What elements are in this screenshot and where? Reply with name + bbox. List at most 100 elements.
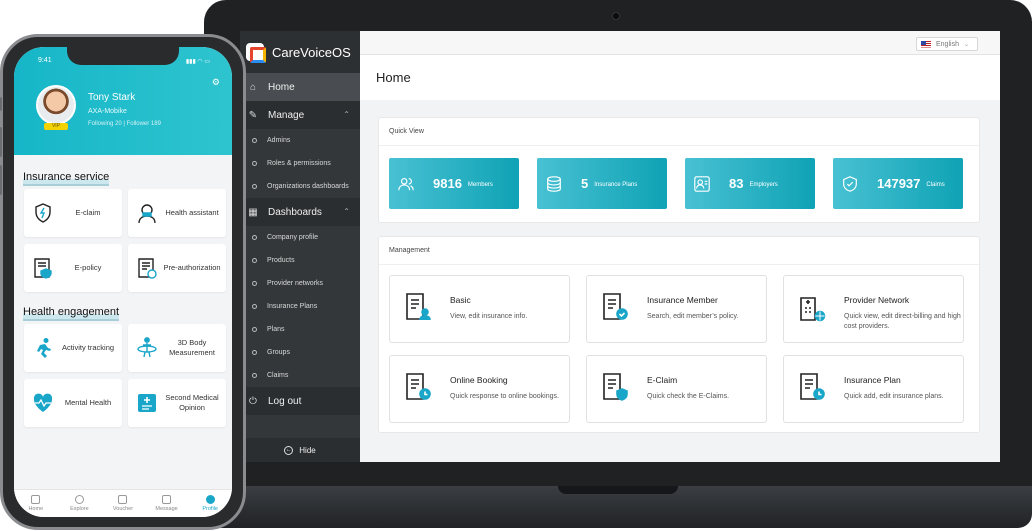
power-icon: ⏻ bbox=[249, 395, 257, 407]
document-clock-icon bbox=[800, 373, 825, 400]
stat-claims[interactable]: 147937 Claims bbox=[833, 158, 963, 209]
sidebar-item-groups[interactable]: Groups bbox=[240, 341, 360, 364]
tile-pre-authorization[interactable]: Pre-authorization bbox=[128, 244, 226, 292]
carevoice-logo-icon bbox=[246, 43, 266, 63]
policy-icon bbox=[34, 258, 52, 279]
phone-frame: 9:41 ▮▮▮ ◠ ▭ ⚙ VIP Tony Stark AXA-Mobike… bbox=[0, 34, 246, 530]
laptop-camera bbox=[612, 12, 620, 20]
chevron-down-icon: ⌄ bbox=[963, 41, 969, 48]
message-icon bbox=[162, 495, 172, 504]
preauth-icon bbox=[138, 258, 157, 279]
bottom-tab-bar: Home Explore Voucher Message Profile bbox=[14, 489, 232, 517]
status-time: 9:41 bbox=[38, 57, 52, 64]
management-title: Management bbox=[379, 237, 979, 265]
stat-insurance-plans[interactable]: 5 Insurance Plans bbox=[537, 158, 667, 209]
phone-notch bbox=[67, 47, 179, 65]
sidebar: CareVoiceOS ⌂ Home ✎ Manage ⌃ Admins Rol… bbox=[240, 31, 360, 462]
employer-icon bbox=[694, 175, 710, 192]
tile-health-assistant[interactable]: Health assistant bbox=[128, 189, 226, 237]
tile-e-claim[interactable]: E-Claim Quick check the E-Claims. bbox=[586, 355, 767, 423]
sidebar-item-plans[interactable]: Plans bbox=[240, 318, 360, 341]
compass-icon bbox=[74, 495, 84, 504]
tab-home[interactable]: Home bbox=[14, 490, 58, 517]
document-shield-icon bbox=[603, 373, 628, 401]
tab-message[interactable]: Message bbox=[145, 490, 189, 517]
hide-sidebar-button[interactable]: ← Hide bbox=[240, 438, 360, 462]
heart-pulse-icon bbox=[33, 393, 53, 412]
sidebar-item-claims[interactable]: Claims bbox=[240, 364, 360, 387]
sidebar-item-products[interactable]: Products bbox=[240, 249, 360, 272]
user-name: Tony Stark bbox=[88, 92, 136, 103]
sidebar-item-insurance-plans[interactable]: Insurance Plans bbox=[240, 295, 360, 318]
tile-second-opinion[interactable]: Second Medical Opinion bbox=[128, 379, 226, 427]
stat-members[interactable]: 9816 Members bbox=[389, 158, 519, 209]
hospital-network-icon bbox=[800, 297, 826, 322]
sidebar-item-dashboards[interactable]: ▦ Dashboards ⌃ bbox=[240, 198, 360, 226]
laptop-base bbox=[204, 486, 1032, 528]
medical-opinion-icon bbox=[138, 394, 156, 412]
tile-provider-network[interactable]: Provider Network Quick view, edit direct-… bbox=[783, 275, 964, 343]
phone-screen: 9:41 ▮▮▮ ◠ ▭ ⚙ VIP Tony Stark AXA-Mobike… bbox=[14, 47, 232, 517]
brand[interactable]: CareVoiceOS bbox=[240, 31, 360, 73]
shield-check-icon bbox=[843, 175, 857, 192]
tab-explore[interactable]: Explore bbox=[58, 490, 102, 517]
vip-badge: VIP bbox=[44, 123, 68, 130]
quick-view-card: Quick View 9816 Members 5 Insurance Plan… bbox=[378, 117, 980, 223]
gear-icon[interactable]: ⚙ bbox=[212, 77, 220, 88]
user-company: AXA-Mobike bbox=[88, 108, 127, 115]
document-check-icon bbox=[603, 293, 628, 320]
sidebar-item-manage[interactable]: ✎ Manage ⌃ bbox=[240, 101, 360, 129]
us-flag-icon bbox=[921, 40, 931, 48]
tab-profile[interactable]: Profile bbox=[188, 490, 232, 517]
sidebar-item-provider-networks[interactable]: Provider networks bbox=[240, 272, 360, 295]
tile-activity-tracking[interactable]: Activity tracking bbox=[24, 324, 122, 372]
home-icon bbox=[31, 495, 41, 504]
top-bar: English ⌄ bbox=[360, 31, 1000, 55]
members-icon bbox=[398, 177, 414, 190]
gift-icon bbox=[118, 495, 128, 504]
database-icon bbox=[547, 175, 561, 192]
sidebar-item-logout[interactable]: ⏻ Log out bbox=[240, 387, 360, 415]
tile-3d-body[interactable]: 3D Body Measurement bbox=[128, 324, 226, 372]
user-follow-stats: Following 20 | Follower 189 bbox=[88, 121, 161, 127]
tile-insurance-plan[interactable]: Insurance Plan Quick add, edit insurance … bbox=[783, 355, 964, 423]
tile-e-policy[interactable]: E-policy bbox=[24, 244, 122, 292]
tile-mental-health[interactable]: Mental Health bbox=[24, 379, 122, 427]
sidebar-item-admins[interactable]: Admins bbox=[240, 129, 360, 152]
avatar[interactable] bbox=[36, 85, 76, 125]
health-engagement-title: Health engagement bbox=[23, 306, 120, 321]
tab-voucher[interactable]: Voucher bbox=[101, 490, 145, 517]
sidebar-item-company-profile[interactable]: Company profile bbox=[240, 226, 360, 249]
main-content: English ⌄ Home Quick View 9816 Members 5… bbox=[360, 31, 1000, 462]
insurance-service-title: Insurance service bbox=[23, 171, 110, 186]
document-user-icon bbox=[406, 293, 431, 321]
sidebar-item-home[interactable]: ⌂ Home bbox=[240, 73, 360, 101]
language-select[interactable]: English ⌄ bbox=[916, 37, 978, 51]
chevron-up-icon: ⌃ bbox=[343, 110, 350, 119]
quick-view-title: Quick View bbox=[379, 118, 979, 146]
document-clock-icon bbox=[406, 373, 431, 400]
shield-bolt-icon bbox=[35, 203, 51, 223]
running-icon bbox=[37, 338, 51, 358]
chevron-up-icon: ⌃ bbox=[343, 207, 350, 216]
tile-e-claim-mobile[interactable]: E-claim bbox=[24, 189, 122, 237]
page-title: Home bbox=[360, 55, 1000, 100]
sidebar-item-roles[interactable]: Roles & permissions bbox=[240, 152, 360, 175]
dashboard-icon: ▦ bbox=[248, 206, 258, 218]
tile-insurance-member[interactable]: Insurance Member Search, edit member’s po… bbox=[586, 275, 767, 343]
desktop-screen: CareVoiceOS ⌂ Home ✎ Manage ⌃ Admins Rol… bbox=[240, 31, 1000, 462]
tile-online-booking[interactable]: Online Booking Quick response to online b… bbox=[389, 355, 570, 423]
signal-battery-icon: ▮▮▮ ◠ ▭ bbox=[185, 59, 210, 65]
stat-employers[interactable]: 83 Employers bbox=[685, 158, 815, 209]
arrow-left-icon: ← bbox=[284, 445, 294, 455]
sidebar-item-organizations[interactable]: Organizations dashboards bbox=[240, 175, 360, 198]
nurse-icon bbox=[138, 204, 156, 224]
phone-body: Insurance service E-claim Health assista… bbox=[14, 155, 232, 489]
brand-name: CareVoiceOS bbox=[272, 44, 351, 60]
profile-icon bbox=[205, 495, 215, 504]
home-icon: ⌂ bbox=[249, 81, 257, 93]
tile-basic[interactable]: Basic View, edit insurance info. bbox=[389, 275, 570, 343]
management-card: Management Basic View, edit insurance inf… bbox=[378, 236, 980, 433]
wrench-icon: ✎ bbox=[248, 109, 258, 121]
body-measure-icon bbox=[137, 337, 157, 358]
